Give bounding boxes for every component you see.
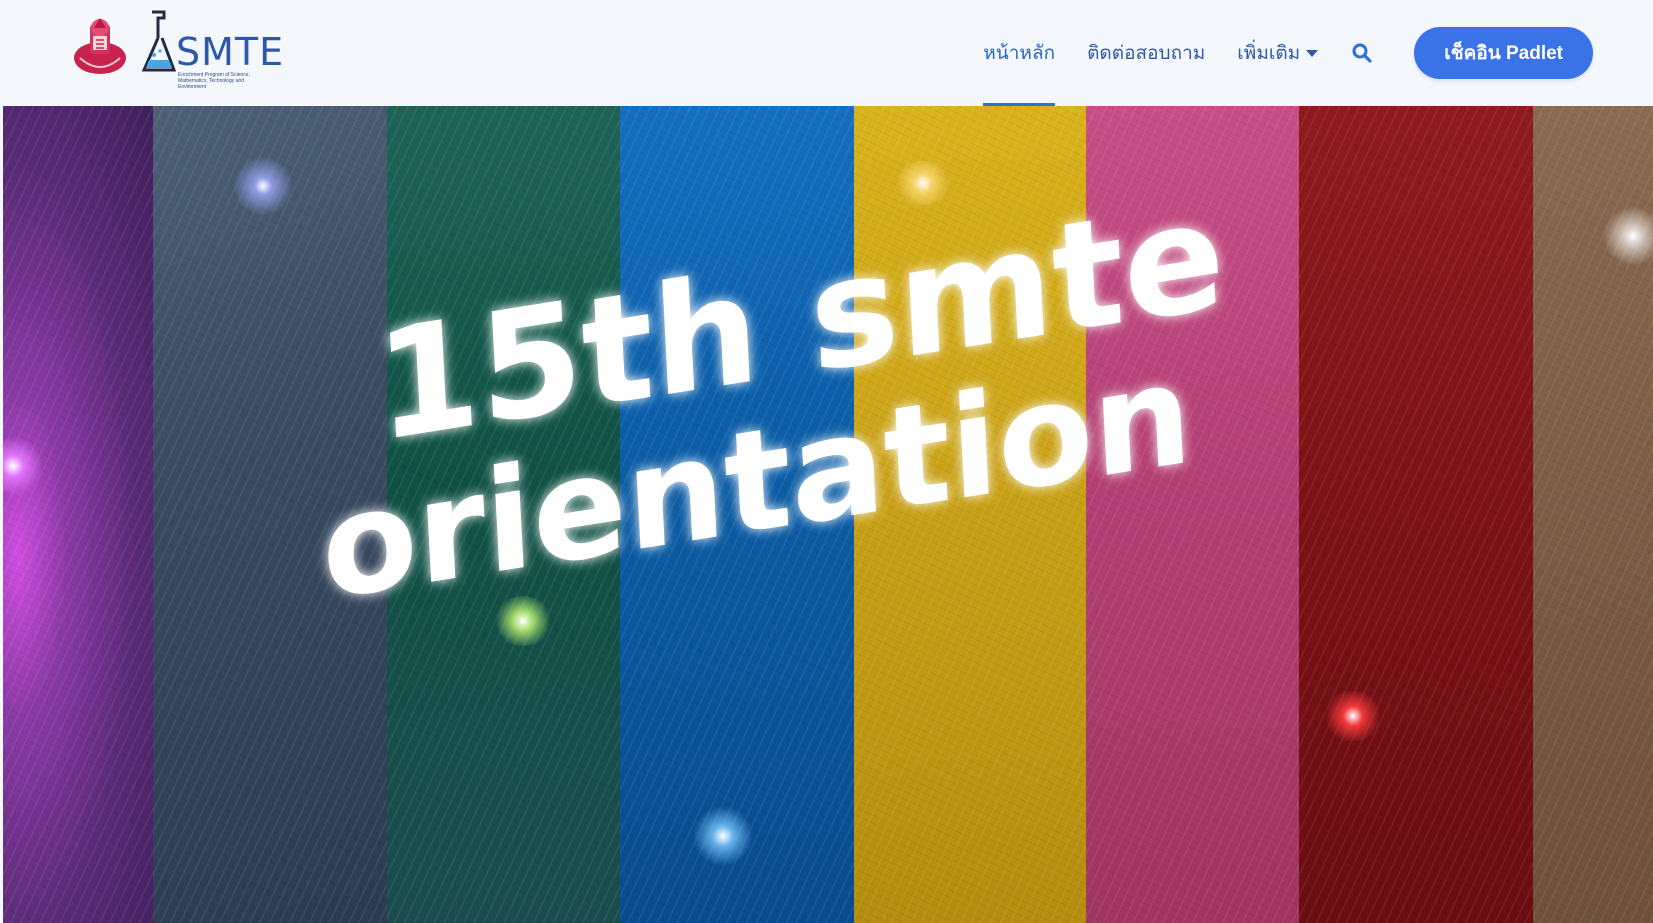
search-button[interactable]: [1334, 0, 1390, 106]
sparkle-icon: [493, 596, 553, 646]
nav-item-label: เพิ่มเติม: [1237, 43, 1301, 64]
brand-subtitle: Enrichment Program of Science, Mathemati…: [178, 72, 250, 90]
search-icon: [1352, 43, 1372, 63]
hero-strip-pink: [1086, 106, 1299, 923]
hero-strip-yellow: [854, 106, 1086, 923]
nav-item-label: ติดต่อสอบถาม: [1087, 43, 1206, 64]
school-seal-logo: [72, 14, 128, 78]
sparkle-icon: [693, 806, 753, 866]
hero-strip-slate: [153, 106, 387, 923]
main-nav: หน้าหลัก ติดต่อสอบถาม เพิ่มเติม เช็คอิน …: [967, 0, 1653, 106]
hero-strip-green: [387, 106, 620, 923]
sparkle-icon: [893, 161, 953, 205]
nav-item-label: หน้าหลัก: [983, 43, 1056, 64]
smte-logo: SMTE Enrichment Program of Science, Math…: [138, 8, 283, 90]
hero-strip-purple: [3, 106, 153, 923]
hero-strip-blue: [620, 106, 854, 923]
nav-item-home[interactable]: หน้าหลัก: [967, 0, 1071, 106]
hero-strip-red: [1299, 106, 1533, 923]
sparkle-icon: [233, 156, 293, 216]
brand-name: SMTE: [176, 30, 285, 74]
sparkle-icon: [1323, 691, 1383, 741]
padlet-checkin-button[interactable]: เช็คอิน Padlet: [1414, 27, 1593, 79]
hero-banner: 15th smte orientation: [3, 106, 1653, 923]
navbar: SMTE Enrichment Program of Science, Math…: [0, 0, 1653, 106]
logo-area[interactable]: SMTE Enrichment Program of Science, Math…: [72, 8, 283, 90]
nav-item-contact[interactable]: ติดต่อสอบถาม: [1071, 0, 1221, 106]
nav-item-more-dropdown[interactable]: เพิ่มเติม: [1221, 0, 1334, 106]
caret-down-icon: [1306, 49, 1319, 57]
